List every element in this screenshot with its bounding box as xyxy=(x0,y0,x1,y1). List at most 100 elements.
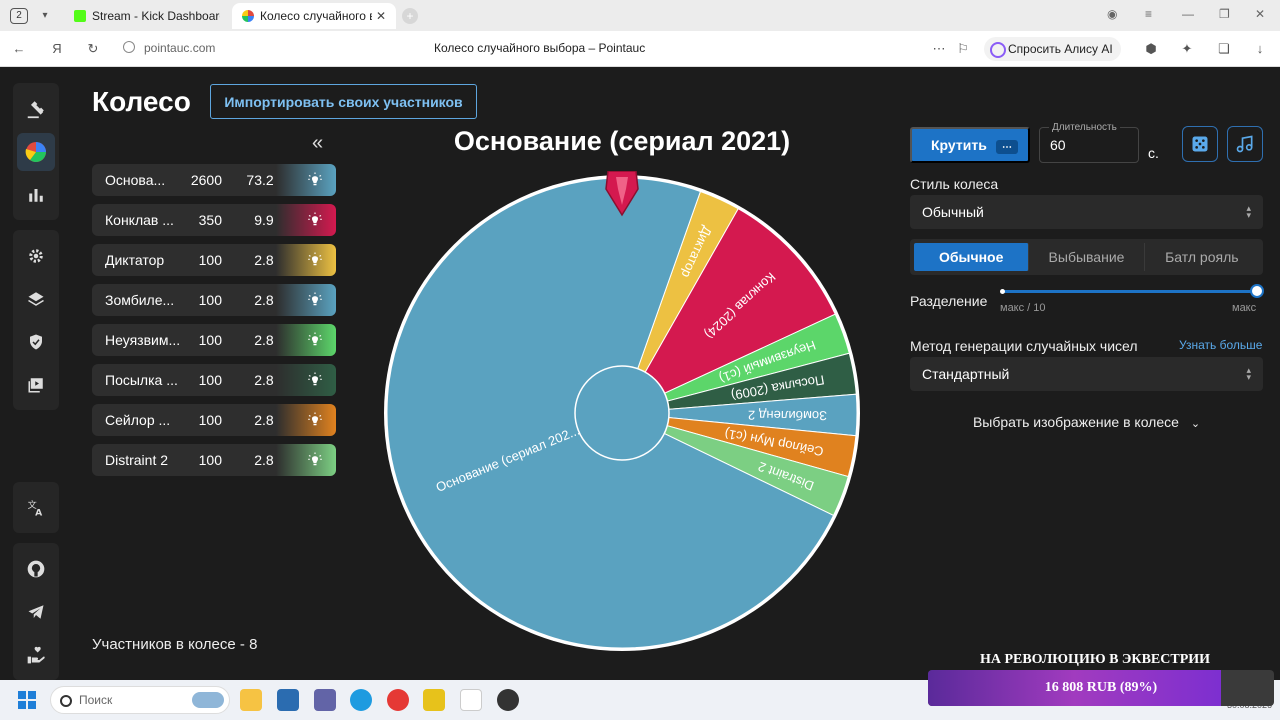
rng-learn-more-link[interactable]: Узнать больше xyxy=(1179,338,1262,352)
rng-method-select[interactable]: Стандартный ▴ ▾ xyxy=(910,357,1263,391)
windows-start-icon[interactable] xyxy=(18,691,36,709)
wheel-icon xyxy=(25,141,46,162)
duration-label: Длительность xyxy=(1049,122,1120,133)
sidebar-group-settings xyxy=(13,230,59,410)
sidebar-item-support[interactable] xyxy=(13,633,59,676)
teams-icon[interactable] xyxy=(314,689,336,711)
new-tab-icon[interactable]: + xyxy=(402,8,418,24)
participant-amount: 2600 xyxy=(190,172,222,188)
sidebar-item-security[interactable] xyxy=(13,320,59,363)
sidebar-item-auction[interactable] xyxy=(13,87,59,130)
lightbulb-icon[interactable] xyxy=(306,411,324,429)
lightbulb-icon[interactable] xyxy=(306,211,324,229)
collapse-panel-icon[interactable]: « xyxy=(312,132,323,155)
close-icon[interactable]: ✕ xyxy=(376,9,386,23)
yandex-app-icon[interactable] xyxy=(460,689,482,711)
tab-mode-normal[interactable]: Обычное xyxy=(914,243,1030,271)
participant-name: Диктатор xyxy=(105,252,165,268)
restore-icon[interactable]: ❐ xyxy=(1219,7,1230,21)
sidebar-item-wheel[interactable] xyxy=(13,130,59,173)
site-info-icon[interactable] xyxy=(123,41,135,53)
obs-icon[interactable] xyxy=(497,689,519,711)
cube-icon[interactable]: ⬢ xyxy=(1143,41,1159,57)
sidebar-item-media[interactable] xyxy=(13,363,59,406)
minimize-icon[interactable]: — xyxy=(1182,7,1194,21)
yandex-browser-icon[interactable] xyxy=(387,689,409,711)
participant-row[interactable]: Основа... 2600 73.2 % xyxy=(92,164,336,196)
lock-app-icon[interactable] xyxy=(423,689,445,711)
page-title: Колесо случайного выбора – Pointauc xyxy=(434,41,646,55)
import-participants-button[interactable]: Импортировать своих участников xyxy=(210,84,477,119)
profile-icon[interactable]: ◉ xyxy=(1107,7,1117,21)
choose-image-label: Выбрать изображение в колесе xyxy=(972,414,1179,430)
window-close-icon[interactable]: ✕ xyxy=(1255,7,1265,21)
download-icon[interactable]: ↓ xyxy=(1252,41,1268,56)
collections-icon[interactable]: ❏ xyxy=(1216,41,1232,57)
sidebar-item-telegram[interactable] xyxy=(13,590,59,633)
participant-row[interactable]: Сейлор ... 100 2.8 % xyxy=(92,404,336,436)
github-icon xyxy=(27,560,45,577)
ask-alisa-button[interactable]: Спросить Алису AI xyxy=(984,37,1121,61)
split-max-label: макс xyxy=(1232,302,1257,314)
choose-image-button[interactable]: Выбрать изображение в колесе ⌄ xyxy=(910,414,1263,430)
lightbulb-icon[interactable] xyxy=(306,171,324,189)
music-button[interactable] xyxy=(1227,126,1263,162)
telegram-icon xyxy=(28,604,44,619)
participant-row[interactable]: Конклав ... 350 9.9 % xyxy=(92,204,336,236)
sidebar-item-layers[interactable] xyxy=(13,277,59,320)
lightbulb-icon[interactable] xyxy=(306,251,324,269)
bar-chart-icon xyxy=(29,188,43,202)
taskbar-search-placeholder: Поиск xyxy=(79,693,113,707)
store-icon[interactable] xyxy=(277,689,299,711)
video-library-icon xyxy=(28,377,43,392)
split-slider-track[interactable] xyxy=(1002,290,1256,293)
participant-row[interactable]: Неуязвим... 100 2.8 % xyxy=(92,324,336,356)
participant-row[interactable]: Distraint 2 100 2.8 % xyxy=(92,444,336,476)
kick-favicon-icon xyxy=(74,10,86,22)
browser-tab-wheel[interactable]: Колесо случайного выб ✕ xyxy=(232,3,396,29)
lightbulb-icon[interactable] xyxy=(306,291,324,309)
menu-icon[interactable]: ≡ xyxy=(1145,7,1152,21)
participant-row[interactable]: Зомбиле... 100 2.8 % xyxy=(92,284,336,316)
chevron-down-icon[interactable]: ▾ xyxy=(38,9,52,23)
split-slider-handle[interactable] xyxy=(1250,284,1264,298)
lightbulb-icon[interactable] xyxy=(306,371,324,389)
yandex-icon[interactable]: Я xyxy=(49,41,65,56)
random-dice-button[interactable] xyxy=(1182,126,1218,162)
sidebar-item-github[interactable] xyxy=(13,547,59,590)
participant-name: Сейлор ... xyxy=(105,412,171,428)
sidebar-item-stats[interactable] xyxy=(13,173,59,216)
spin-options-icon[interactable]: ⋯ xyxy=(996,140,1018,154)
participant-name: Зомбиле... xyxy=(105,292,175,308)
edge-icon[interactable] xyxy=(350,689,372,711)
back-icon[interactable]: ← xyxy=(11,41,27,56)
random-wheel[interactable]: ДиктаторКонклав (2024)Неуязвимый (с1)Пос… xyxy=(380,171,864,655)
lightbulb-icon[interactable] xyxy=(306,331,324,349)
tab-mode-battle-royale[interactable]: Батл рояль xyxy=(1145,243,1259,271)
tab-count-badge[interactable]: 2 xyxy=(10,7,28,24)
wheel-style-value: Обычный xyxy=(922,204,984,220)
tab-mode-elimination[interactable]: Выбывание xyxy=(1029,243,1145,271)
duration-value[interactable]: 60 xyxy=(1050,137,1066,153)
chevron-down-icon: ⌄ xyxy=(1190,418,1201,430)
shield-icon xyxy=(30,334,42,349)
participant-amount: 100 xyxy=(198,412,222,428)
reload-icon[interactable]: ↻ xyxy=(85,41,101,57)
file-explorer-icon[interactable] xyxy=(240,689,262,711)
bookmark-icon[interactable]: ⚐ xyxy=(955,41,971,57)
participant-row[interactable]: Диктатор 100 2.8 % xyxy=(92,244,336,276)
browser-tab-kick[interactable]: Stream - Kick Dashboard xyxy=(64,3,230,29)
sidebar-item-language[interactable]: 文A xyxy=(13,486,59,529)
lightbulb-icon[interactable] xyxy=(306,451,324,469)
spin-button-label: Крутить xyxy=(931,137,987,153)
spin-button[interactable]: Крутить ⋯ xyxy=(910,127,1030,163)
wheel-style-select[interactable]: Обычный ▴ ▾ xyxy=(910,195,1263,229)
sidebar: 文A xyxy=(13,83,59,690)
url-text[interactable]: pointauc.com xyxy=(144,41,215,55)
participants-list: Основа... 2600 73.2 % Конклав ... 350 9.9 % Ди… xyxy=(92,164,336,484)
extensions-icon[interactable]: ✦ xyxy=(1179,41,1195,57)
participant-row[interactable]: Посылка ... 100 2.8 % xyxy=(92,364,336,396)
more-icon[interactable]: ⋯ xyxy=(931,41,947,57)
sidebar-item-settings[interactable] xyxy=(13,234,59,277)
participants-count: Участников в колесе - 8 xyxy=(92,636,258,653)
